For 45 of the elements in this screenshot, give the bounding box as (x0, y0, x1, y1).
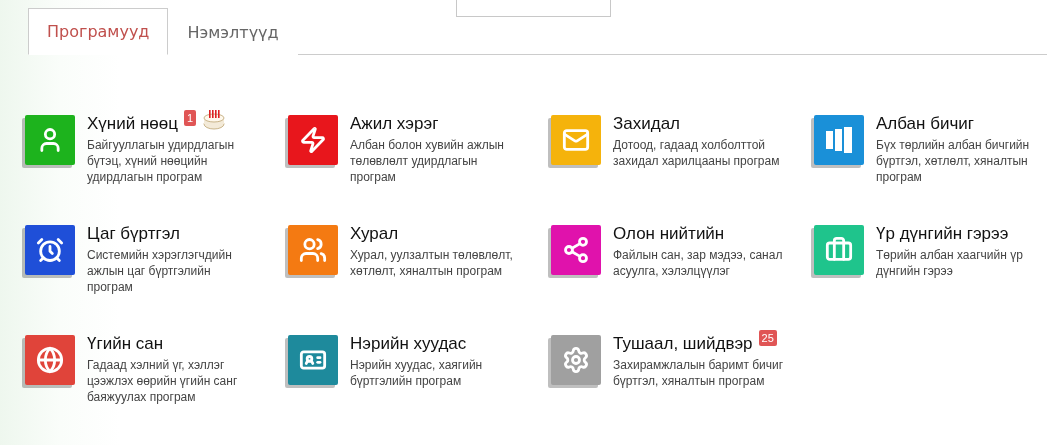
app-title[interactable]: Олон нийтийн (613, 223, 725, 245)
app-icon-tile[interactable] (814, 115, 864, 165)
gear-icon (562, 346, 590, 374)
tab[interactable]: Програмууд (28, 8, 169, 55)
app-title[interactable]: Цаг бүртгэл (87, 223, 180, 245)
app-icon-tile[interactable] (814, 225, 864, 275)
share-icon (562, 236, 590, 264)
app-title[interactable]: Ажил хэрэг (350, 113, 439, 135)
app-icon-tile[interactable] (25, 115, 75, 165)
count-badge: 25 (758, 330, 777, 346)
binders-icon (824, 125, 854, 155)
app-description: Системийн хэрэглэгчдийн ажлын цаг бүртгэлийн програм (87, 247, 233, 295)
app-icon-tile[interactable] (551, 225, 601, 275)
app-description: Төрийн албан хаагчийн үр дүнгийн гэрээ (876, 247, 1024, 279)
app-description: Байгууллагын удирдлагын бүтэц, хүний нөөцийн удирдлагын програм (87, 137, 236, 185)
app-description: Гадаад хэлний үг, хэллэг цээжлэх өөрийн үгийн санг баяжуулах програм (87, 357, 239, 405)
app-icon-tile[interactable] (288, 335, 338, 385)
app-title[interactable]: Үр дүнгийн гэрээ (876, 223, 1009, 245)
app-icon-tile[interactable] (288, 225, 338, 275)
app-description: Файлын сан, зар мэдээ, санал асуулга, хэлэлцүүлэг (613, 247, 784, 279)
app-title[interactable]: Хүний нөөц (87, 113, 178, 135)
app-icon-tile[interactable] (25, 335, 75, 385)
briefcase-icon (825, 236, 853, 264)
count-badge: 1 (184, 110, 197, 126)
alarm-clock-icon (36, 236, 64, 264)
app-icon-tile[interactable] (25, 225, 75, 275)
app-description: Албан болон хувийн ажлын төлөвлөлт удирдлагын програм (350, 137, 505, 185)
app-description: Захирамжлалын баримт бичиг бүртгэл, хяналтын програм (613, 357, 785, 389)
app-title[interactable]: Албан бичиг (876, 113, 974, 135)
app-icon-tile[interactable] (551, 335, 601, 385)
app-title[interactable]: Захидал (613, 113, 680, 135)
app-icon-tile[interactable] (551, 115, 601, 165)
lightning-icon (299, 126, 327, 154)
app-description: Бүх төрлийн албан бичгийн бүртгэл, хөтлөлт, хяналтын програм (876, 137, 1031, 185)
app-title[interactable]: Нэрийн хуудас (350, 333, 467, 355)
envelope-icon (562, 126, 590, 154)
app-title[interactable]: Үгийн сан (87, 333, 164, 355)
people-icon (299, 236, 327, 264)
app-description: Нэрийн хуудас, хаягийн бүртгэлийн програм (350, 357, 484, 389)
app-title[interactable]: Тушаал, шийдвэр (613, 333, 753, 355)
app-title[interactable]: Хурал (350, 223, 399, 245)
globe-icon (36, 346, 64, 374)
app-description: Дотоод, гадаад холболттой захидал харилцааны програм (613, 137, 781, 169)
app-description: Хурал, уулзалтын төлөвлөлт, хөтлөлт, хяналтын програм (350, 247, 514, 279)
app-icon-tile[interactable] (288, 115, 338, 165)
